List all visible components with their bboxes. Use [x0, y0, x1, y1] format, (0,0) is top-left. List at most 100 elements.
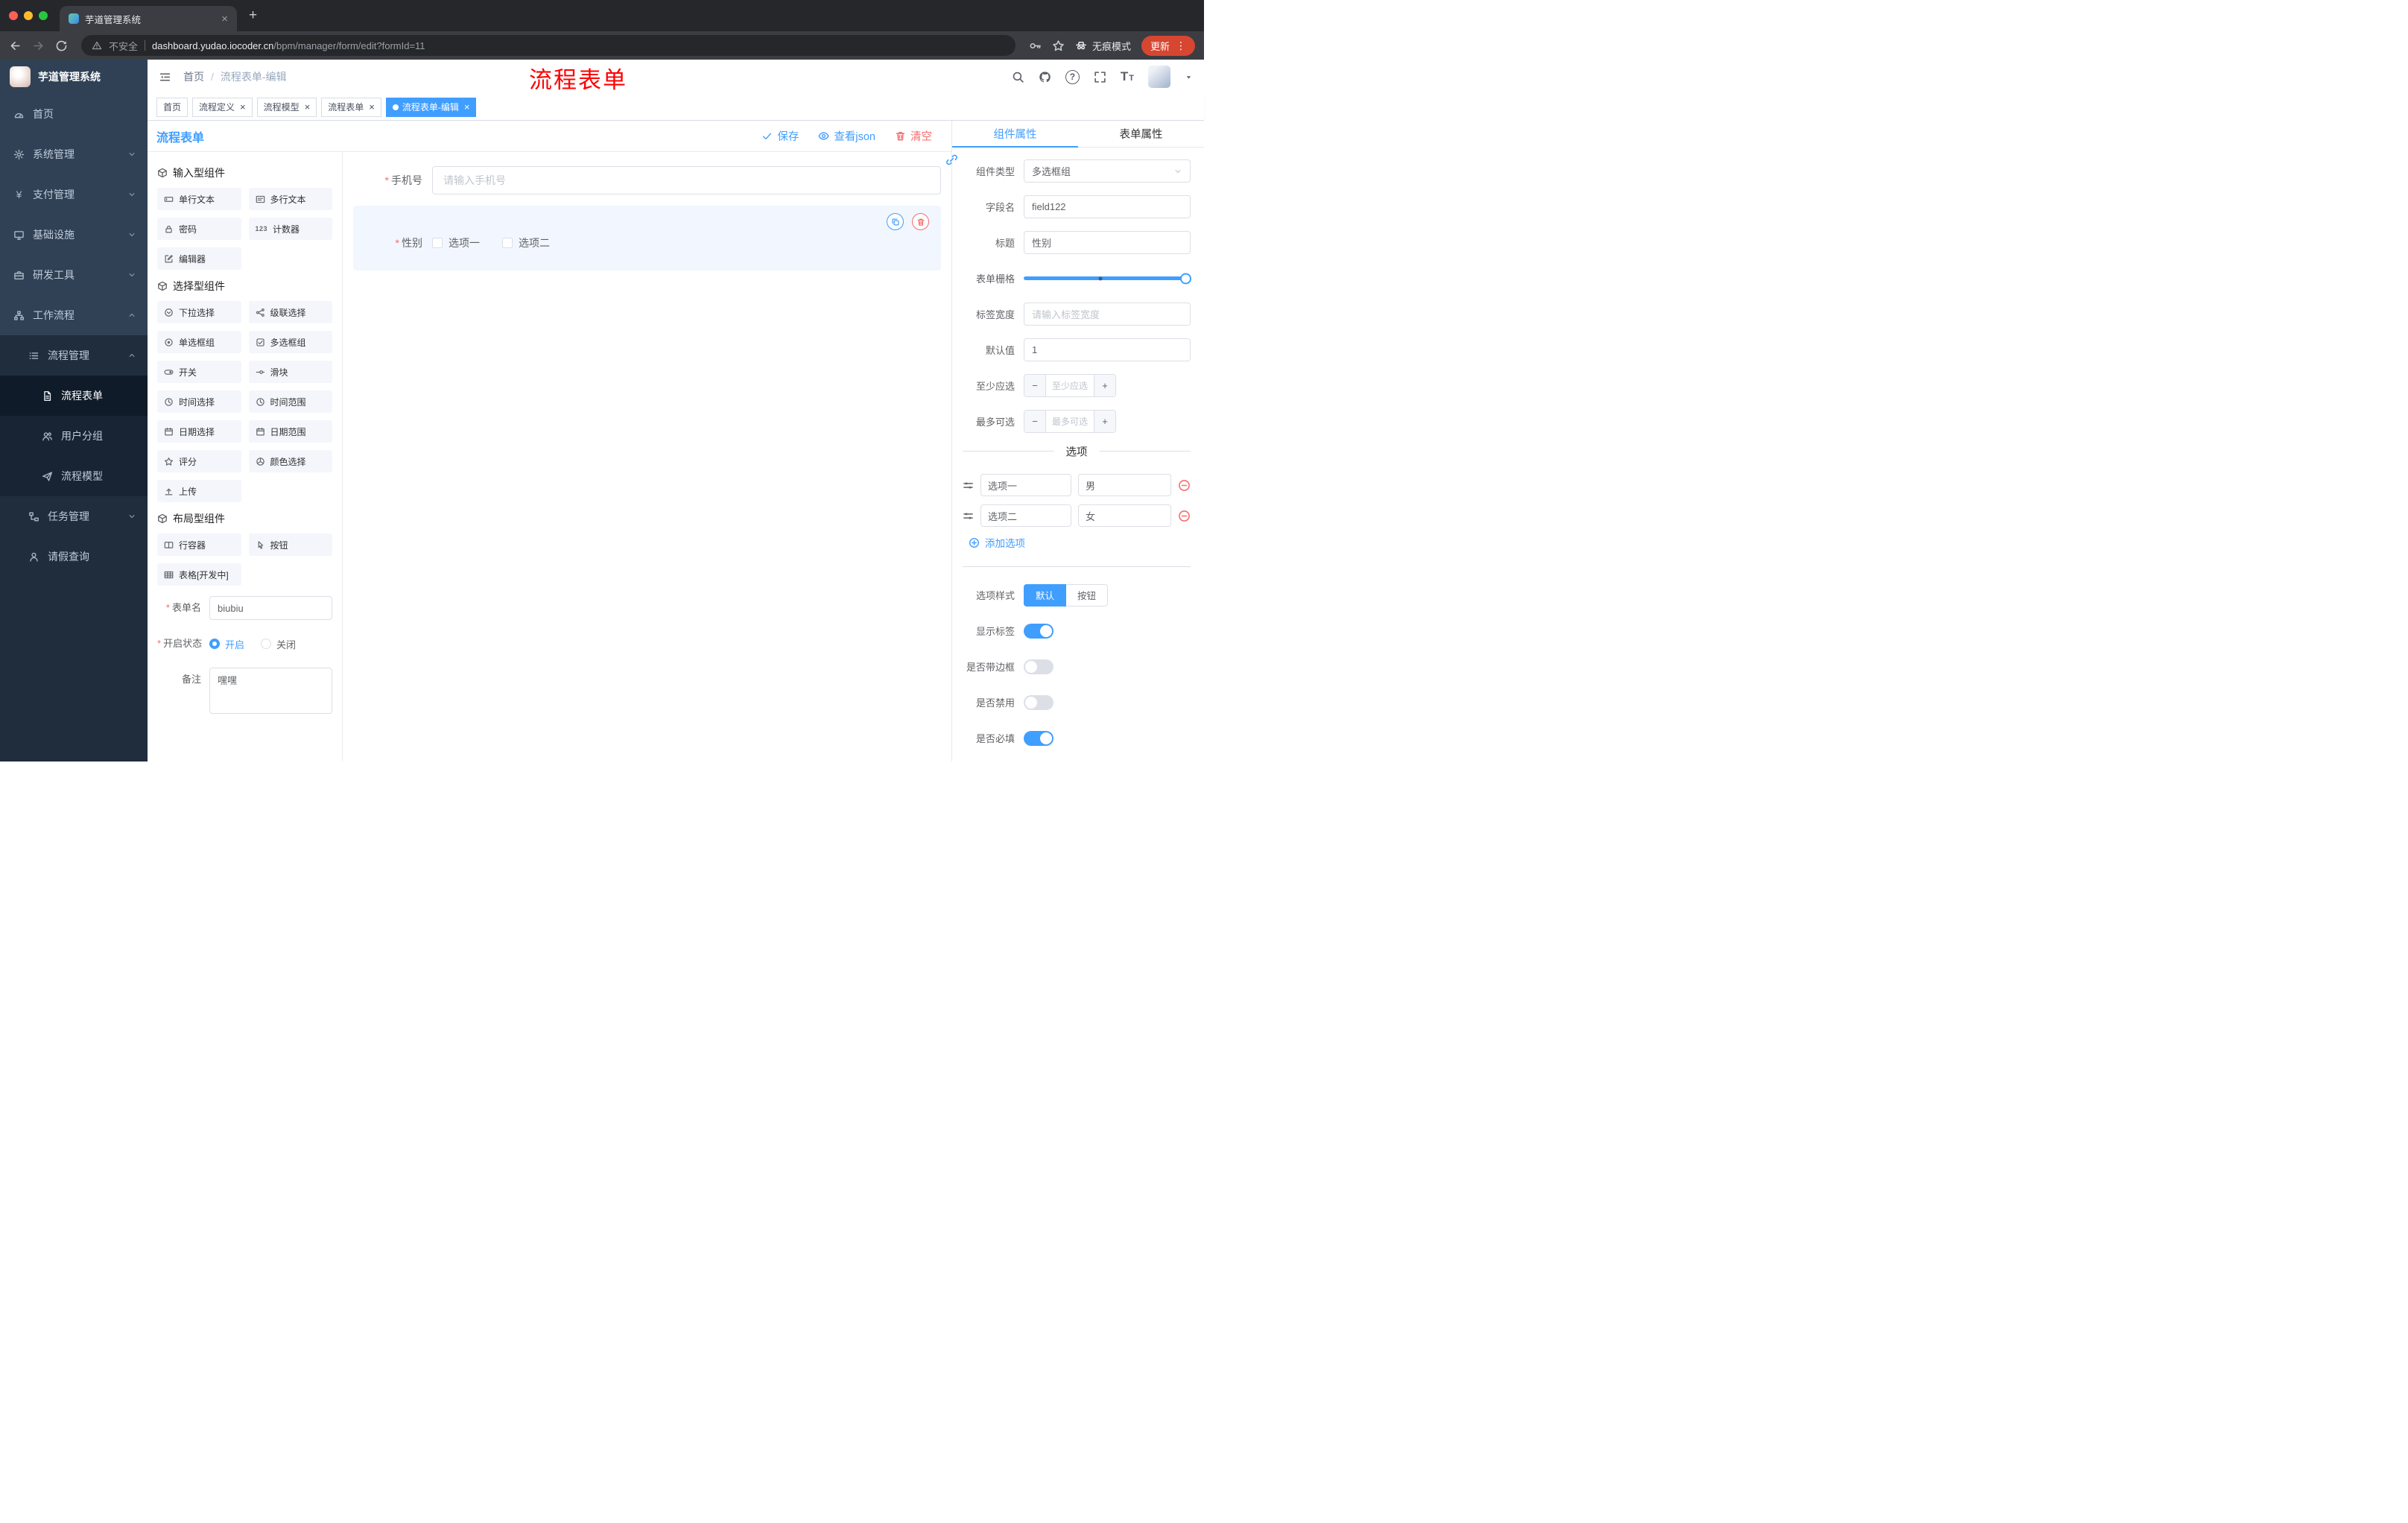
tag-process-model[interactable]: 流程模型 × — [256, 97, 317, 117]
minimize-window-button[interactable] — [24, 11, 33, 20]
hamburger-icon[interactable] — [159, 71, 171, 83]
github-icon[interactable] — [1039, 71, 1051, 83]
chip-switch[interactable]: 开关 — [157, 361, 241, 383]
chip-color-picker[interactable]: 颜色选择 — [248, 450, 332, 472]
sidebar-item-leave-query[interactable]: 请假查询 — [0, 536, 148, 577]
remark-textarea[interactable]: 嘿嘿 — [209, 668, 332, 714]
font-size-icon[interactable]: TT — [1121, 69, 1134, 84]
sidebar-item-process-management[interactable]: 流程管理 — [0, 335, 148, 376]
link-icon[interactable] — [945, 153, 958, 166]
chip-table[interactable]: 表格[开发中] — [157, 563, 241, 586]
copy-component-button[interactable] — [887, 213, 904, 230]
remove-option-icon[interactable] — [1178, 510, 1191, 522]
style-default-button[interactable]: 默认 — [1024, 583, 1067, 607]
sidebar-item-task-management[interactable]: 任务管理 — [0, 496, 148, 536]
chip-checkbox-group[interactable]: 多选框组 — [248, 331, 332, 353]
chip-button[interactable]: 按钮 — [248, 533, 332, 556]
form-name-input[interactable]: biubiu — [209, 596, 332, 620]
tag-close-icon[interactable]: × — [305, 101, 311, 113]
min-select-stepper[interactable]: − 至少应选 + — [1024, 374, 1116, 397]
sidebar-item-infrastructure[interactable]: 基础设施 — [0, 215, 148, 255]
increase-button[interactable]: + — [1094, 411, 1115, 432]
close-window-button[interactable] — [9, 11, 18, 20]
tag-close-icon[interactable]: × — [464, 101, 470, 113]
increase-button[interactable]: + — [1094, 375, 1115, 396]
forward-icon[interactable] — [32, 39, 45, 52]
chip-counter[interactable]: 123 计数器 — [248, 218, 332, 240]
required-switch[interactable] — [1024, 730, 1054, 746]
view-json-button[interactable]: 查看json — [818, 128, 875, 144]
tag-close-icon[interactable]: × — [369, 101, 375, 113]
tag-process-definition[interactable]: 流程定义 × — [192, 97, 253, 117]
form-canvas[interactable]: * 手机号 请输入手机号 * 性别 选项一 选项二 — [343, 152, 951, 762]
option2-label-input[interactable]: 选项二 — [980, 504, 1071, 527]
status-on-radio[interactable]: 开启 — [209, 637, 244, 651]
style-button-button[interactable]: 按钮 — [1066, 583, 1109, 607]
status-off-radio[interactable]: 关闭 — [261, 637, 296, 651]
new-tab-button[interactable]: + — [249, 7, 257, 24]
breadcrumb-home[interactable]: 首页 — [183, 69, 204, 84]
tag-process-form[interactable]: 流程表单 × — [321, 97, 381, 117]
save-button[interactable]: 保存 — [761, 128, 799, 144]
option1-label-input[interactable]: 选项一 — [980, 474, 1071, 496]
zoom-window-button[interactable] — [39, 11, 48, 20]
fullscreen-icon[interactable] — [1094, 71, 1106, 83]
chip-radio-group[interactable]: 单选框组 — [157, 331, 241, 353]
delete-component-button[interactable] — [912, 213, 929, 230]
chip-date-picker[interactable]: 日期选择 — [157, 420, 241, 443]
tab-component-props[interactable]: 组件属性 — [952, 121, 1078, 148]
menu-dots-icon[interactable]: ⋮ — [1176, 40, 1186, 51]
sidebar-item-process-model[interactable]: 流程模型 — [0, 456, 148, 496]
tab-form-props[interactable]: 表单属性 — [1078, 121, 1204, 147]
gender-option2-checkbox[interactable]: 选项二 — [502, 235, 550, 250]
bookmark-star-icon[interactable] — [1052, 39, 1065, 52]
tag-close-icon[interactable]: × — [240, 101, 246, 113]
gender-option1-checkbox[interactable]: 选项一 — [432, 235, 480, 250]
phone-field-component[interactable]: * 手机号 请输入手机号 — [353, 166, 941, 194]
sidebar-item-workflow[interactable]: 工作流程 — [0, 295, 148, 335]
chip-row-container[interactable]: 行容器 — [157, 533, 241, 556]
option2-value-input[interactable]: 女 — [1078, 504, 1171, 527]
browser-tab[interactable]: 芋道管理系统 × — [60, 6, 237, 31]
avatar-caret-icon[interactable] — [1185, 73, 1193, 81]
show-label-switch[interactable] — [1024, 623, 1054, 639]
sidebar-item-dev-tools[interactable]: 研发工具 — [0, 255, 148, 295]
disabled-switch[interactable] — [1024, 694, 1054, 710]
decrease-button[interactable]: − — [1024, 375, 1046, 396]
chip-slider[interactable]: 滑块 — [248, 361, 332, 383]
chip-cascader[interactable]: 级联选择 — [248, 301, 332, 323]
slider-handle[interactable] — [1180, 273, 1191, 284]
label-width-input[interactable]: 请输入标签宽度 — [1024, 303, 1191, 326]
form-grid-slider[interactable] — [1024, 267, 1191, 290]
border-switch[interactable] — [1024, 659, 1054, 674]
max-select-stepper[interactable]: − 最多可选 + — [1024, 410, 1116, 433]
remove-option-icon[interactable] — [1178, 479, 1191, 492]
tag-process-form-edit[interactable]: 流程表单-编辑 × — [385, 97, 477, 117]
chip-upload[interactable]: 上传 — [157, 480, 241, 502]
default-value-input[interactable]: 1 — [1024, 338, 1191, 361]
chip-multi-line-text[interactable]: 多行文本 — [248, 188, 332, 210]
gender-field-component-selected[interactable]: * 性别 选项一 选项二 — [353, 206, 941, 270]
option1-value-input[interactable]: 男 — [1078, 474, 1171, 496]
field-name-input[interactable]: field122 — [1024, 195, 1191, 218]
chip-rate[interactable]: 评分 — [157, 450, 241, 472]
tag-home[interactable]: 首页 — [156, 97, 188, 117]
sidebar-item-system-management[interactable]: 系统管理 — [0, 134, 148, 174]
sidebar-item-process-form[interactable]: 流程表单 — [0, 376, 148, 416]
sidebar-item-home[interactable]: 首页 — [0, 94, 148, 134]
title-input[interactable]: 性别 — [1024, 231, 1191, 254]
password-key-icon[interactable] — [1029, 39, 1042, 52]
tab-close-icon[interactable]: × — [221, 13, 228, 25]
drag-handle-icon[interactable] — [963, 510, 974, 522]
update-button[interactable]: 更新 ⋮ — [1141, 35, 1195, 56]
address-bar[interactable]: 不安全 dashboard.yudao.iocoder.cn/bpm/manag… — [81, 35, 1016, 56]
chip-time-range[interactable]: 时间范围 — [248, 390, 332, 413]
drag-handle-icon[interactable] — [963, 480, 974, 491]
search-icon[interactable] — [1012, 71, 1024, 83]
user-avatar[interactable] — [1148, 66, 1170, 88]
decrease-button[interactable]: − — [1024, 411, 1046, 432]
chip-time-picker[interactable]: 时间选择 — [157, 390, 241, 413]
help-icon[interactable]: ? — [1065, 69, 1080, 84]
sidebar-item-payment-management[interactable]: ¥ 支付管理 — [0, 174, 148, 215]
clear-button[interactable]: 清空 — [895, 128, 932, 144]
